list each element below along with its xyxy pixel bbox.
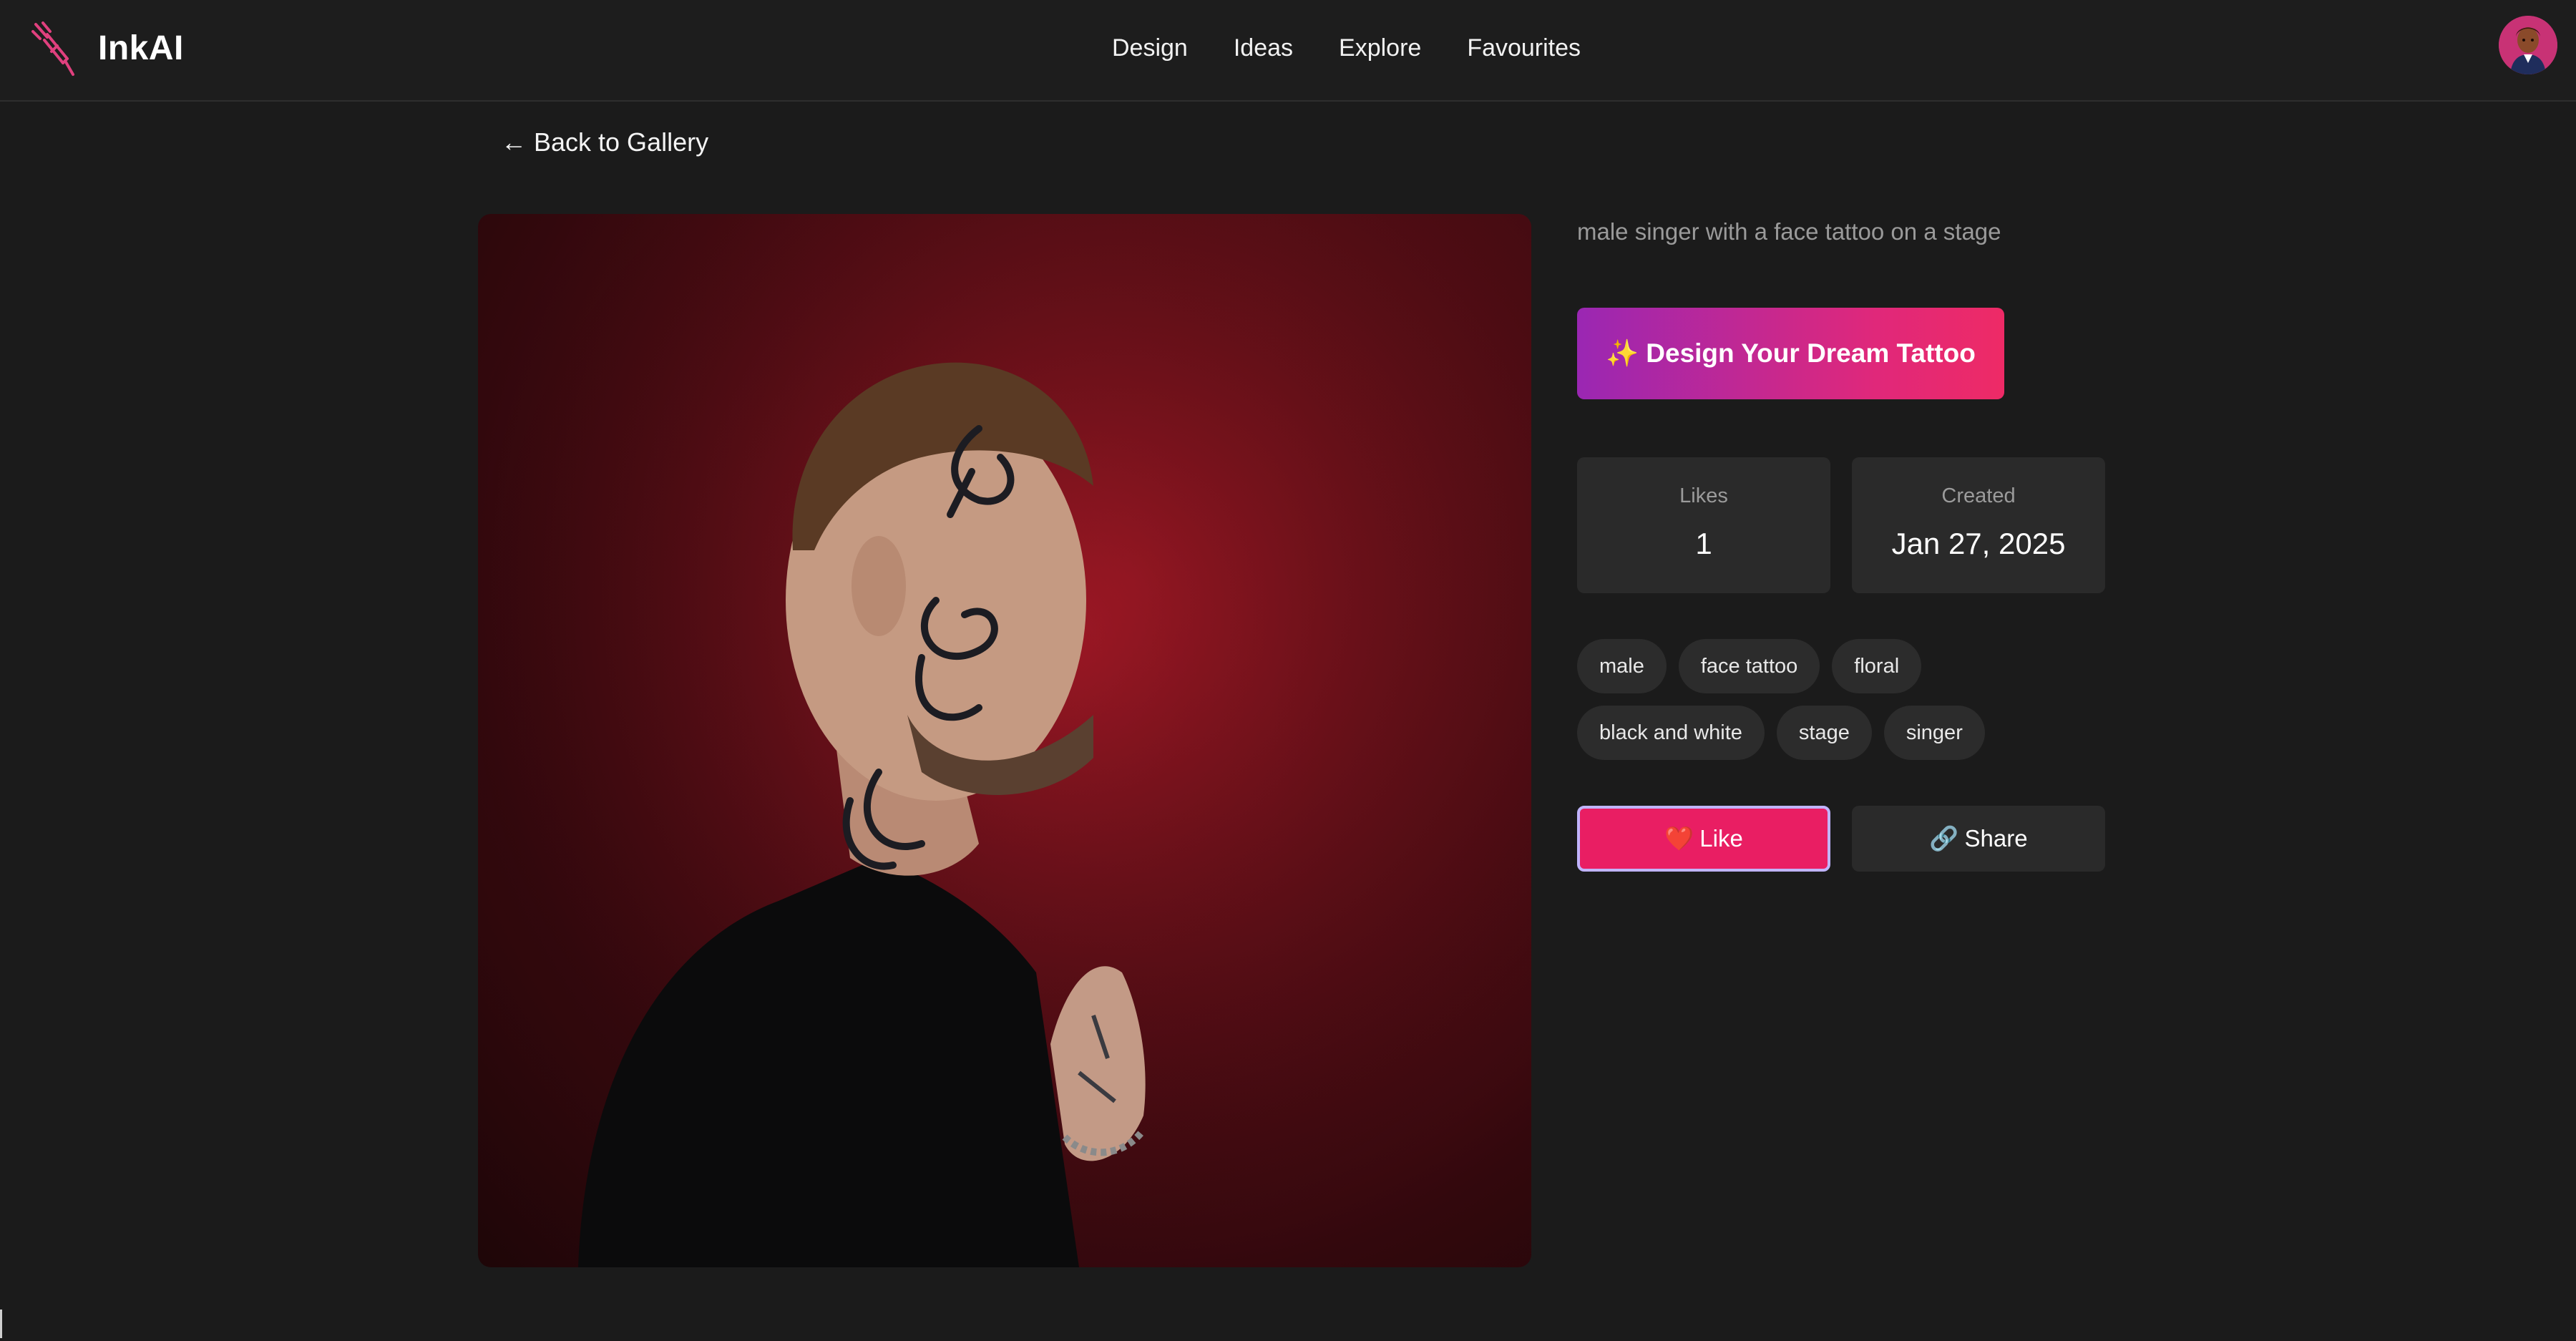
tattoo-image (478, 214, 1531, 1267)
link-icon: 🔗 (1929, 824, 1959, 852)
app-logo-text[interactable]: InkAI (98, 29, 184, 68)
tag-stage[interactable]: stage (1776, 706, 1872, 760)
tag-list: male face tattoo floral black and white … (1577, 639, 2121, 760)
heart-icon: ❤️ (1664, 824, 1694, 852)
top-navigation-bar: InkAI Design Ideas Explore Favourites (0, 0, 2576, 102)
text-cursor (0, 1310, 2, 1338)
tag-black-and-white[interactable]: black and white (1577, 706, 1765, 760)
created-value: Jan 27, 2025 (1891, 527, 2066, 560)
nav-item-favourites[interactable]: Favourites (1467, 34, 1581, 62)
likes-label: Likes (1679, 484, 1728, 507)
created-stat-card: Created Jan 27, 2025 (1852, 457, 2105, 593)
likes-stat-card: Likes 1 (1577, 457, 1830, 593)
tag-singer[interactable]: singer (1883, 706, 1985, 760)
nav-item-explore[interactable]: Explore (1339, 34, 1421, 62)
nav-item-design[interactable]: Design (1112, 34, 1188, 62)
back-to-gallery-label: Back to Gallery (534, 127, 709, 157)
design-dream-tattoo-button[interactable]: ✨ Design Your Dream Tattoo (1577, 308, 2004, 399)
created-label: Created (1941, 484, 2016, 507)
nav-item-ideas[interactable]: Ideas (1234, 34, 1293, 62)
user-avatar[interactable] (2499, 16, 2557, 74)
share-label: Share (1964, 825, 2028, 852)
arrow-left-icon: ← (501, 127, 527, 157)
like-label: Like (1699, 825, 1743, 852)
design-dream-tattoo-label: Design Your Dream Tattoo (1646, 338, 1976, 368)
tag-male[interactable]: male (1577, 639, 1667, 693)
share-button[interactable]: 🔗 Share (1852, 806, 2105, 872)
like-button[interactable]: ❤️ Like (1577, 806, 1830, 872)
back-to-gallery-link[interactable]: ← Back to Gallery (501, 127, 708, 157)
tattoo-needle-icon[interactable] (30, 20, 77, 77)
image-prompt: male singer with a face tattoo on a stag… (1577, 218, 2001, 245)
main-nav: Design Ideas Explore Favourites (1112, 34, 1581, 62)
tag-floral[interactable]: floral (1832, 639, 1922, 693)
sparkles-icon: ✨ (1606, 338, 1639, 368)
tag-face-tattoo[interactable]: face tattoo (1678, 639, 1820, 693)
likes-value: 1 (1695, 527, 1712, 560)
